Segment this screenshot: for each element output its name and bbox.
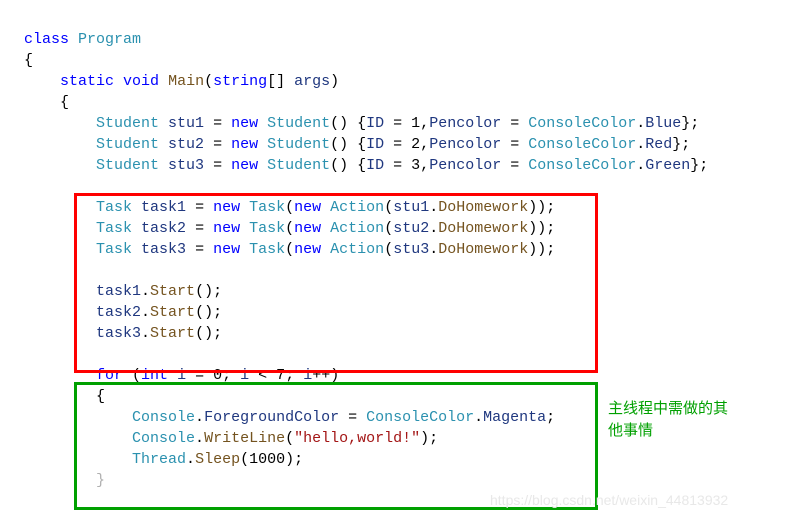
type-program: Program (78, 31, 141, 48)
keyword-string: string (213, 73, 267, 90)
keyword-for: for (96, 367, 123, 384)
keyword-class: class (24, 31, 69, 48)
type-task: Task (96, 199, 132, 216)
brace-open: { (60, 94, 69, 111)
type-student: Student (96, 115, 159, 132)
method-main: Main (168, 73, 204, 90)
keyword-static: static (60, 73, 114, 90)
param-args: args (294, 73, 330, 90)
brace-open: { (24, 52, 33, 69)
annotation-text: 主线程中需做的其 他事情 (608, 398, 768, 442)
keyword-void: void (123, 73, 159, 90)
watermark-text: https://blog.csdn.net/weixin_44813932 (490, 490, 728, 511)
string-literal: "hello,world!" (294, 430, 420, 447)
